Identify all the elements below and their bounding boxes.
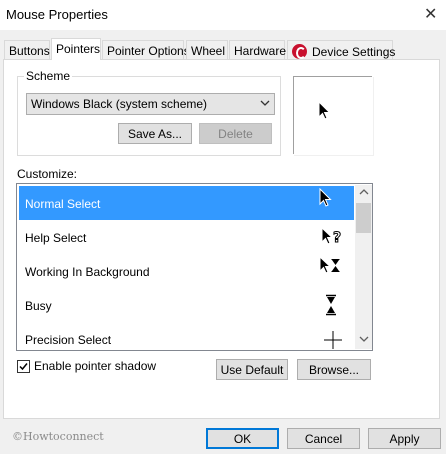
list-item-label: Busy (25, 299, 52, 313)
list-item-busy[interactable]: Busy (19, 288, 354, 322)
device-settings-icon (292, 44, 307, 59)
scheme-legend: Scheme (24, 69, 73, 83)
tab-label: Device Settings (312, 45, 396, 59)
tab-device-settings[interactable]: Device Settings (287, 40, 396, 60)
customize-label: Customize: (17, 167, 78, 181)
title-bar: Mouse Properties ✕ (0, 0, 446, 30)
arrow-cursor-icon (318, 101, 331, 120)
cursor-list[interactable]: Normal Select Help Select ? Working In B… (16, 183, 373, 351)
pointer-shadow-label: Enable pointer shadow (34, 359, 157, 373)
watermark: ©Howtoconnect (12, 430, 104, 443)
hourglass-icon (326, 294, 336, 316)
tab-label: Pointer Options (107, 44, 190, 58)
delete-button[interactable]: Delete (199, 123, 272, 144)
window-title: Mouse Properties (6, 7, 108, 22)
tab-hardware[interactable]: Hardware (229, 40, 287, 60)
tab-label: Wheel (191, 44, 226, 58)
list-scrollbar[interactable] (355, 185, 372, 349)
scheme-dropdown[interactable]: Windows Black (system scheme) (26, 93, 275, 115)
tab-wheel[interactable]: Wheel (186, 40, 228, 60)
tab-label: Hardware (234, 44, 287, 58)
cancel-button[interactable]: Cancel (287, 428, 360, 449)
arrow-cursor-icon (319, 188, 332, 207)
use-default-button[interactable]: Use Default (216, 359, 288, 380)
apply-button[interactable]: Apply (368, 428, 441, 449)
list-item-working-in-background[interactable]: Working In Background (19, 254, 354, 288)
crosshair-icon (324, 331, 342, 349)
cursor-preview (293, 76, 374, 156)
scroll-down-icon[interactable] (355, 332, 372, 349)
ok-button[interactable]: OK (206, 428, 279, 449)
list-item-label: Precision Select (25, 333, 112, 347)
scheme-dropdown-value: Windows Black (system scheme) (31, 97, 208, 111)
tab-label: Buttons (9, 44, 50, 58)
scroll-up-icon[interactable] (355, 185, 372, 202)
chevron-down-icon (260, 96, 270, 113)
pointer-shadow-checkbox[interactable] (17, 360, 30, 373)
scheme-groupbox (17, 76, 281, 156)
list-item-label: Help Select (25, 231, 87, 245)
save-as-button[interactable]: Save As... (118, 123, 192, 144)
tab-pointer-options[interactable]: Pointer Options (102, 40, 190, 60)
list-item-normal-select[interactable]: Normal Select (19, 186, 354, 220)
list-item-precision-select[interactable]: Precision Select (19, 322, 354, 350)
working-cursor-icon (319, 256, 340, 274)
list-item-label: Normal Select (25, 197, 101, 211)
list-item-help-select[interactable]: Help Select ? (19, 220, 354, 254)
scroll-thumb[interactable] (356, 203, 371, 233)
list-item-label: Working In Background (25, 265, 150, 279)
tab-label: Pointers (56, 42, 101, 56)
help-cursor-icon: ? (321, 227, 342, 247)
browse-button[interactable]: Browse... (297, 359, 371, 380)
checkmark-icon (19, 363, 28, 371)
tab-strip: Buttons Pointers Pointer Options Wheel H… (0, 38, 446, 60)
close-icon[interactable]: ✕ (424, 4, 437, 24)
tab-pointers[interactable]: Pointers (51, 38, 101, 60)
tab-buttons[interactable]: Buttons (4, 40, 50, 60)
svg-text:?: ? (333, 230, 341, 246)
